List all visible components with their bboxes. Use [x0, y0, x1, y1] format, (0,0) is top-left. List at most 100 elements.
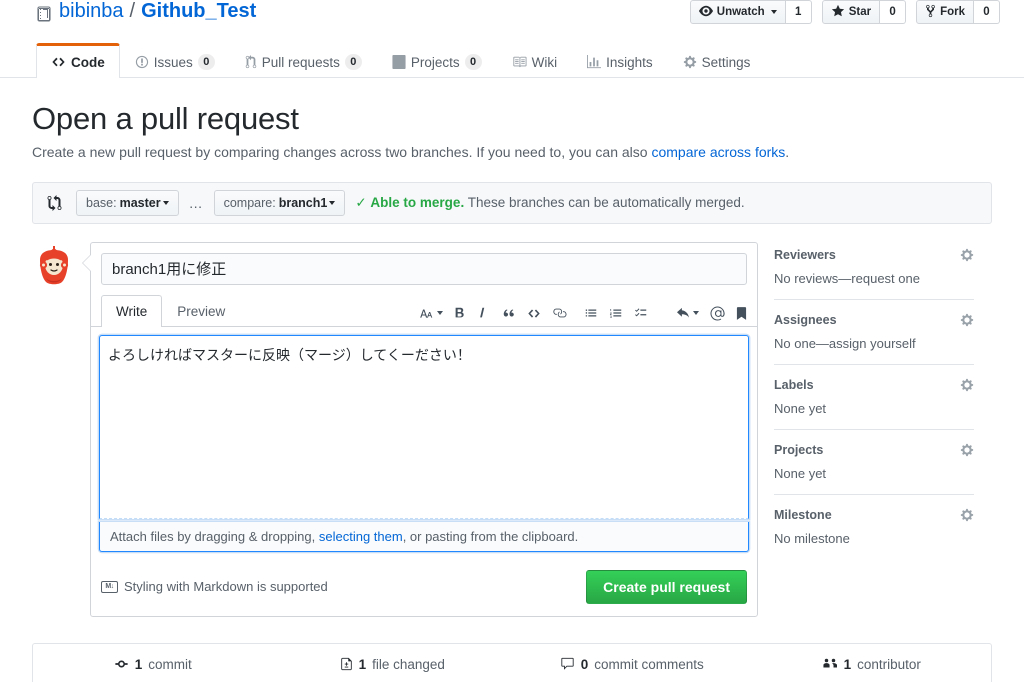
- link-icon[interactable]: [552, 306, 567, 320]
- subtitle-text-after: .: [785, 143, 790, 160]
- chevron-down-icon: [770, 10, 777, 14]
- pull-request-title-input[interactable]: [101, 252, 747, 285]
- stat-commits[interactable]: 1 commit: [33, 657, 273, 672]
- stat-files-changed[interactable]: 1 file changed: [273, 657, 513, 672]
- tab-pull-requests[interactable]: Pull requests 0: [230, 45, 377, 78]
- sidebar-projects-value: None yet: [774, 465, 827, 481]
- page-title: Open a pull request: [32, 101, 299, 136]
- repo-name-link[interactable]: Github_Test: [141, 0, 256, 22]
- chevron-down-icon: [162, 200, 169, 205]
- stat-contributors-count: 1: [843, 656, 852, 672]
- unordered-list-icon[interactable]: [584, 306, 598, 320]
- sidebar-section-milestone: Milestone No milestone: [774, 508, 974, 559]
- compare-branch-prefix: compare:: [223, 195, 276, 210]
- gear-icon[interactable]: [960, 508, 974, 522]
- saved-replies-icon[interactable]: [736, 306, 747, 321]
- text-size-icon[interactable]: [418, 307, 443, 320]
- chevron-down-icon: [693, 311, 699, 316]
- toolbar-group-lists: [584, 306, 648, 320]
- compare-across-forks-link[interactable]: compare across forks: [651, 144, 785, 160]
- sidebar-milestone-header: Milestone: [774, 508, 974, 522]
- merge-status: ✓ Able to merge. These branches can be a…: [355, 195, 744, 211]
- stat-commit-comments-count: 0: [580, 656, 589, 672]
- compare-branch-dropdown[interactable]: compare: branch1: [213, 189, 346, 216]
- tab-write[interactable]: Write: [101, 294, 163, 327]
- fork-button-group: Fork 0: [916, 0, 1000, 24]
- mention-icon[interactable]: [710, 306, 725, 321]
- attach-files-dropzone[interactable]: Attach files by dragging & dropping, sel…: [99, 521, 749, 552]
- chevron-down-icon: [329, 200, 336, 205]
- sidebar-section-projects: Projects None yet: [774, 443, 974, 495]
- editor-tabnav: Write Preview: [91, 294, 757, 327]
- stat-commit-comments[interactable]: 0 commit comments: [512, 657, 752, 672]
- project-icon: [392, 55, 406, 69]
- fork-button[interactable]: Fork: [916, 0, 974, 24]
- create-pull-request-button[interactable]: Create pull request: [586, 569, 747, 604]
- tab-pull-requests-label: Pull requests: [261, 54, 340, 70]
- book-icon: [512, 55, 527, 69]
- stat-files-changed-label: file changed: [372, 656, 445, 672]
- sidebar-labels-value: None yet: [774, 400, 827, 416]
- sidebar-milestone-title: Milestone: [774, 507, 832, 522]
- stat-files-changed-count: 1: [358, 656, 367, 672]
- repository-nav-tabs: Code Issues 0 Pull requests 0 Projects 0: [36, 43, 765, 78]
- sidebar-projects-header: Projects: [774, 443, 974, 457]
- check-icon: ✓: [355, 194, 367, 210]
- unwatch-button[interactable]: Unwatch: [689, 0, 786, 24]
- merge-status-text: These branches can be automatically merg…: [464, 194, 745, 210]
- code-icon[interactable]: [527, 307, 541, 320]
- fork-count[interactable]: 0: [974, 0, 1000, 24]
- attach-text-after: , or pasting from the clipboard.: [402, 528, 579, 544]
- code-icon: [51, 55, 66, 69]
- form-left-column: Write Preview: [32, 241, 758, 617]
- toolbar-group-insert: [502, 306, 567, 320]
- sidebar-assignees-value: No one—assign yourself: [774, 335, 916, 351]
- pull-request-sidebar: Reviewers No reviews—request one Assigne…: [774, 242, 974, 617]
- italic-icon[interactable]: [477, 306, 485, 320]
- tab-projects-count: 0: [464, 54, 482, 70]
- chevron-down-icon: [437, 311, 443, 316]
- tab-settings[interactable]: Settings: [668, 45, 766, 78]
- repo-owner-link[interactable]: bibinba: [59, 0, 124, 22]
- avatar[interactable]: [32, 243, 76, 288]
- tab-issues-count: 0: [197, 54, 215, 70]
- graph-icon: [587, 55, 602, 69]
- star-button-group: Star 0: [821, 0, 907, 24]
- main-container: Open a pull request Create a new pull re…: [32, 78, 992, 682]
- star-label: Star: [848, 6, 872, 18]
- gear-icon[interactable]: [960, 378, 974, 392]
- unwatch-label: Unwatch: [716, 6, 765, 18]
- gear-icon[interactable]: [960, 443, 974, 457]
- sidebar-reviewers-header: Reviewers: [774, 248, 974, 262]
- pull-request-body-textarea[interactable]: [99, 334, 749, 519]
- tab-preview[interactable]: Preview: [162, 295, 240, 327]
- sidebar-section-labels: Labels None yet: [774, 378, 974, 430]
- base-branch-dropdown[interactable]: base: master: [76, 189, 179, 216]
- tab-wiki[interactable]: Wiki: [497, 45, 573, 78]
- reply-icon[interactable]: [676, 307, 699, 320]
- bold-icon[interactable]: [454, 306, 466, 320]
- star-count[interactable]: 0: [880, 0, 907, 24]
- tab-insights[interactable]: Insights: [572, 45, 668, 78]
- quote-icon[interactable]: [502, 306, 516, 320]
- tab-projects[interactable]: Projects 0: [377, 45, 497, 78]
- gear-icon[interactable]: [960, 248, 974, 262]
- tab-code-label: Code: [71, 54, 105, 70]
- star-button[interactable]: Star: [821, 0, 881, 24]
- ordered-list-icon[interactable]: [609, 306, 623, 320]
- selecting-them-link[interactable]: selecting them: [319, 529, 403, 544]
- attach-text-before: Attach files by dragging & dropping,: [110, 528, 319, 544]
- git-pull-request-icon: [245, 55, 257, 69]
- repository-header: bibinba / Github_Test Unwatch 1 Star 0 F…: [0, 0, 1024, 78]
- tab-pull-requests-count: 0: [344, 54, 362, 70]
- tab-issues[interactable]: Issues 0: [120, 45, 230, 78]
- markdown-note-label: Styling with Markdown is supported: [124, 579, 328, 595]
- markdown-icon: M↓: [101, 580, 118, 593]
- task-list-icon[interactable]: [634, 306, 648, 320]
- gear-icon[interactable]: [960, 313, 974, 327]
- watch-count[interactable]: 1: [785, 0, 812, 24]
- stat-contributors[interactable]: 1 contributor: [752, 657, 992, 672]
- sidebar-section-assignees: Assignees No one—assign yourself: [774, 313, 974, 365]
- subtitle-text-before: Create a new pull request by comparing c…: [32, 143, 652, 160]
- tab-code[interactable]: Code: [36, 43, 120, 78]
